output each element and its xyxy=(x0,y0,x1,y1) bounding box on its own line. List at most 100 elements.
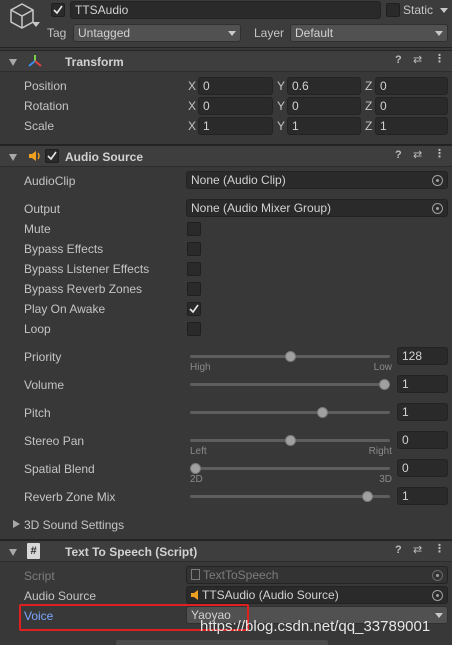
audio-source-icon xyxy=(28,150,42,165)
transform-position-z-input[interactable]: 0 xyxy=(375,77,448,95)
object-name-input[interactable]: TTSAudio xyxy=(70,1,381,19)
presets-icon[interactable]: ⇄ xyxy=(413,53,422,66)
volume-label: Volume xyxy=(24,378,65,392)
play-on-awake-label: Play On Awake xyxy=(24,302,106,316)
mute-checkbox[interactable] xyxy=(187,222,201,236)
transform-header[interactable]: Transform ? ⇄ ⋮ xyxy=(0,50,452,72)
spatial-blend-label: Spatial Blend xyxy=(24,462,95,476)
axis-x-label: X xyxy=(188,79,197,93)
gameobject-cube-icon xyxy=(9,2,35,33)
transform-scale-y-input[interactable]: 1 xyxy=(287,117,361,135)
axis-z-label: Z xyxy=(365,99,373,113)
reverb-zone-mix-slider-track[interactable] xyxy=(190,495,390,498)
output-field[interactable]: None (Audio Mixer Group) xyxy=(186,199,448,217)
transform-rotation-z-input[interactable]: 0 xyxy=(375,97,448,115)
axis-x-label: X xyxy=(188,119,197,133)
play-on-awake-checkbox[interactable] xyxy=(187,302,201,316)
priority-min-label: High xyxy=(190,362,211,373)
help-icon[interactable]: ? xyxy=(395,54,402,66)
spatial-blend-max-label: 3D xyxy=(379,474,392,485)
static-label[interactable]: Static xyxy=(403,3,433,17)
help-icon[interactable]: ? xyxy=(395,544,402,556)
tag-value: Untagged xyxy=(78,26,131,40)
help-icon[interactable]: ? xyxy=(395,149,402,161)
context-menu-icon[interactable]: ⋮ xyxy=(434,542,445,555)
transform-position-x-input[interactable]: 0 xyxy=(198,77,273,95)
output-value: None (Audio Mixer Group) xyxy=(191,201,332,215)
bottom-scroll-handle[interactable] xyxy=(116,640,328,645)
static-toggle[interactable] xyxy=(386,3,400,17)
priority-max-label: Low xyxy=(373,362,392,373)
spatial-blend-slider-track[interactable] xyxy=(190,467,390,470)
static-chevron-icon[interactable] xyxy=(440,8,448,13)
transform-scale-label: Scale xyxy=(24,119,55,133)
tag-dropdown[interactable]: Untagged xyxy=(73,24,241,42)
stereo-pan-min-label: Left xyxy=(190,446,207,457)
audioclip-label: AudioClip xyxy=(24,174,76,188)
stereo-pan-label: Stereo Pan xyxy=(24,434,85,448)
script-file-icon xyxy=(191,569,200,580)
loop-checkbox[interactable] xyxy=(187,322,201,336)
context-menu-icon[interactable]: ⋮ xyxy=(434,147,445,160)
presets-icon[interactable]: ⇄ xyxy=(413,148,422,161)
pitch-value-input[interactable]: 1 xyxy=(397,403,448,421)
chevron-down-icon xyxy=(228,31,236,36)
bypass-listener-effects-checkbox[interactable] xyxy=(187,262,201,276)
foldout-arrow-icon[interactable] xyxy=(9,59,17,66)
volume-slider-thumb[interactable] xyxy=(379,379,390,390)
sound-3d-settings-foldout[interactable]: 3D Sound Settings xyxy=(0,517,452,535)
layer-dropdown[interactable]: Default xyxy=(290,24,448,42)
bypass-effects-checkbox[interactable] xyxy=(187,242,201,256)
script-icon: # xyxy=(27,543,40,559)
audio-source-enabled-toggle[interactable] xyxy=(45,149,59,163)
axis-z-label: Z xyxy=(365,79,373,93)
tts-audio-source-field[interactable]: TTSAudio (Audio Source) xyxy=(186,586,448,604)
volume-slider-track[interactable] xyxy=(190,383,390,386)
object-picker-icon[interactable] xyxy=(432,203,443,214)
presets-icon[interactable]: ⇄ xyxy=(413,543,422,556)
priority-slider-thumb[interactable] xyxy=(284,351,296,362)
foldout-arrow-icon[interactable] xyxy=(9,154,17,161)
script-field: TextToSpeech xyxy=(186,566,448,584)
mute-label: Mute xyxy=(24,222,51,236)
transform-scale-x-input[interactable]: 1 xyxy=(198,117,273,135)
tts-script-title: Text To Speech (Script) xyxy=(65,545,198,559)
spatial-blend-slider-thumb[interactable] xyxy=(190,463,201,474)
audioclip-field[interactable]: None (Audio Clip) xyxy=(186,171,448,189)
audio-source-header[interactable]: Audio Source ? ⇄ ⋮ xyxy=(0,145,452,167)
output-label: Output xyxy=(24,202,61,216)
pitch-slider-track[interactable] xyxy=(190,411,390,414)
chevron-down-icon xyxy=(435,613,443,618)
spatial-blend-value-input[interactable]: 0 xyxy=(397,459,448,477)
volume-value-input[interactable]: 1 xyxy=(397,375,448,393)
foldout-arrow-icon[interactable] xyxy=(13,520,20,528)
bypass-listener-effects-label: Bypass Listener Effects xyxy=(24,262,150,276)
priority-value-input[interactable]: 128 xyxy=(397,347,448,365)
tts-audio-source-label: Audio Source xyxy=(24,589,97,603)
active-toggle[interactable] xyxy=(51,3,65,17)
pitch-slider-thumb[interactable] xyxy=(316,407,328,418)
tts-script-header[interactable]: # Text To Speech (Script) ? ⇄ ⋮ xyxy=(0,540,452,562)
reverb-zone-mix-value-input[interactable]: 1 xyxy=(397,487,448,505)
chevron-down-icon xyxy=(435,31,443,36)
stereo-pan-value-input[interactable]: 0 xyxy=(397,431,448,449)
context-menu-icon[interactable]: ⋮ xyxy=(434,52,445,65)
foldout-arrow-icon[interactable] xyxy=(9,549,17,556)
transform-rotation-y-input[interactable]: 0 xyxy=(287,97,361,115)
object-picker-icon[interactable] xyxy=(432,175,443,186)
layer-value: Default xyxy=(295,26,334,40)
object-picker-icon[interactable] xyxy=(432,590,443,601)
reverb-zone-mix-label: Reverb Zone Mix xyxy=(24,490,116,504)
script-value: TextToSpeech xyxy=(203,568,279,582)
watermark: https://blog.csdn.net/qq_33789001 xyxy=(200,618,431,635)
transform-scale-z-input[interactable]: 1 xyxy=(375,117,448,135)
transform-rotation-x-input[interactable]: 0 xyxy=(198,97,273,115)
transform-position-y-input[interactable]: 0.6 xyxy=(287,77,361,95)
chevron-down-icon[interactable] xyxy=(32,22,40,27)
stereo-pan-slider-thumb[interactable] xyxy=(284,435,296,446)
reverb-zone-mix-slider-thumb[interactable] xyxy=(361,491,373,502)
bypass-reverb-zones-label: Bypass Reverb Zones xyxy=(24,282,143,296)
transform-title: Transform xyxy=(65,55,124,69)
bypass-reverb-zones-checkbox[interactable] xyxy=(187,282,201,296)
sound-3d-settings-label: 3D Sound Settings xyxy=(24,518,125,532)
